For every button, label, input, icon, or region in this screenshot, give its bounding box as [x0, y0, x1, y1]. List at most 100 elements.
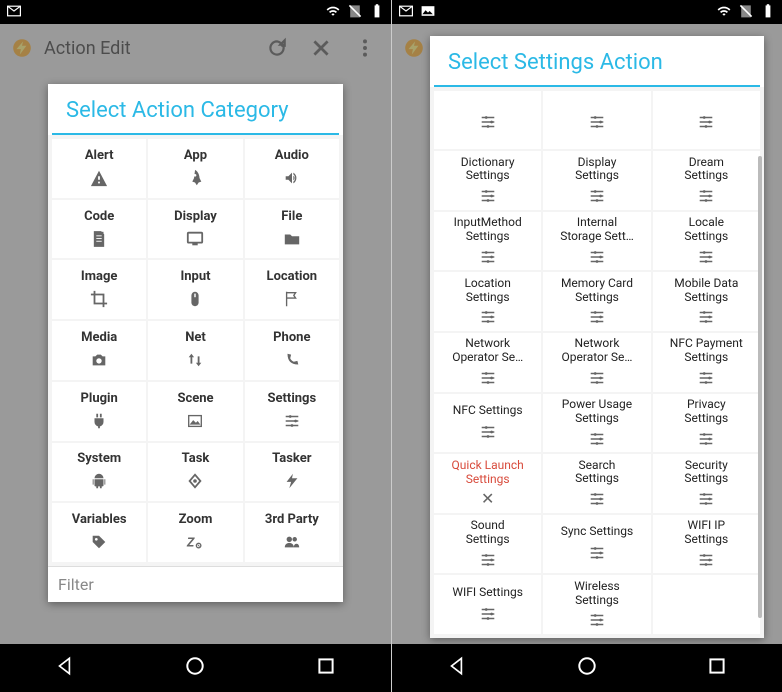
- grid-cell[interactable]: Phone: [245, 321, 339, 380]
- rocket-icon: [185, 168, 205, 188]
- grid-cell[interactable]: [434, 91, 541, 149]
- grid-cell[interactable]: Network Operator Se…: [543, 333, 650, 392]
- cell-label: App: [184, 149, 207, 164]
- grid-cell[interactable]: Audio: [245, 139, 339, 198]
- sliders-icon: [587, 611, 607, 629]
- gmail-icon: [398, 3, 414, 22]
- statusbar: [392, 0, 782, 24]
- monitor-icon: [185, 229, 205, 249]
- sliders-icon: [478, 369, 498, 387]
- wifi-icon: [325, 3, 341, 22]
- cell-label: Mobile Data Settings: [674, 277, 738, 305]
- grid-cell[interactable]: Image: [52, 260, 146, 319]
- crop-icon: [89, 289, 109, 309]
- sliders-icon: [282, 411, 302, 431]
- grid-cell[interactable]: Internal Storage Sett…: [543, 212, 650, 271]
- cell-label: Task: [182, 452, 210, 467]
- grid-cell[interactable]: 3rd Party: [245, 503, 339, 562]
- nav-back[interactable]: [54, 655, 76, 681]
- cell-label: System: [77, 452, 121, 467]
- grid-cell[interactable]: Plugin: [52, 382, 146, 441]
- cell-label: 3rd Party: [265, 513, 319, 528]
- lightning-icon: [282, 471, 302, 491]
- grid-cell[interactable]: Alert: [52, 139, 146, 198]
- grid-cell[interactable]: System: [52, 443, 146, 502]
- grid-cell[interactable]: Task: [148, 443, 242, 502]
- sliders-icon: [696, 308, 716, 326]
- sliders-icon: [587, 112, 607, 132]
- picture-icon: [185, 411, 205, 431]
- sliders-icon: [587, 308, 607, 326]
- category-dialog: Select Action Category Alert App Audio Code…: [48, 84, 343, 602]
- grid-cell[interactable]: Zoom: [148, 503, 242, 562]
- phone-left: Action Edit Select Action Category Alert…: [0, 0, 391, 692]
- grid-cell[interactable]: Display Settings: [543, 151, 650, 210]
- grid-cell[interactable]: Mobile Data Settings: [653, 272, 760, 331]
- cell-label: Location Settings: [464, 277, 510, 305]
- grid-cell[interactable]: [653, 91, 760, 149]
- nav-home[interactable]: [184, 655, 206, 681]
- dialog-title: Select Action Category: [52, 84, 339, 135]
- grid-cell[interactable]: Tasker: [245, 443, 339, 502]
- grid-cell[interactable]: Power Usage Settings: [543, 394, 650, 453]
- sliders-icon: [587, 187, 607, 205]
- grid-cell[interactable]: [543, 91, 650, 149]
- gmail-icon: [6, 3, 22, 22]
- grid-cell[interactable]: Scene: [148, 382, 242, 441]
- document-icon: [89, 229, 109, 249]
- grid-cell[interactable]: NFC Payment Settings: [653, 333, 760, 392]
- scrollbar[interactable]: [758, 156, 762, 618]
- grid-cell[interactable]: App: [148, 139, 242, 198]
- category-grid: Alert App Audio Code Display File ImageInput Lo…: [48, 135, 343, 566]
- cell-label: Security Settings: [684, 459, 728, 487]
- grid-cell[interactable]: Security Settings: [653, 454, 760, 513]
- sliders-icon: [587, 490, 607, 508]
- sliders-icon: [478, 112, 498, 132]
- grid-cell[interactable]: WIFI Settings: [434, 575, 541, 634]
- grid-cell[interactable]: Sound Settings: [434, 515, 541, 574]
- grid-cell[interactable]: Quick Launch Settings✕: [434, 454, 541, 513]
- grid-cell[interactable]: Search Settings: [543, 454, 650, 513]
- grid-cell[interactable]: Code: [52, 200, 146, 259]
- sliders-icon: [696, 369, 716, 387]
- nav-back[interactable]: [446, 655, 468, 681]
- grid-cell[interactable]: Net: [148, 321, 242, 380]
- folder-icon: [282, 229, 302, 249]
- grid-cell[interactable]: [653, 575, 760, 634]
- battery-icon: [760, 3, 776, 22]
- grid-cell[interactable]: WIFI IP Settings: [653, 515, 760, 574]
- phone-right: A Select Settings Action Dictionary Sett…: [391, 0, 782, 692]
- nav-recent[interactable]: [706, 655, 728, 681]
- grid-cell[interactable]: Wireless Settings: [543, 575, 650, 634]
- grid-cell[interactable]: Privacy Settings: [653, 394, 760, 453]
- cell-label: Location: [267, 270, 318, 285]
- cell-label: Display: [174, 210, 217, 225]
- grid-cell[interactable]: Locale Settings: [653, 212, 760, 271]
- nosim-icon: [738, 3, 754, 22]
- cell-label: Zoom: [179, 513, 213, 528]
- grid-cell[interactable]: Network Operator Se…: [434, 333, 541, 392]
- grid-cell[interactable]: InputMethod Settings: [434, 212, 541, 271]
- grid-cell[interactable]: Settings: [245, 382, 339, 441]
- android-icon: [89, 471, 109, 491]
- nav-recent[interactable]: [315, 655, 337, 681]
- grid-cell[interactable]: Variables: [52, 503, 146, 562]
- nav-home[interactable]: [576, 655, 598, 681]
- group-icon: [282, 532, 302, 552]
- grid-cell[interactable]: Dictionary Settings: [434, 151, 541, 210]
- grid-cell[interactable]: File: [245, 200, 339, 259]
- grid-cell[interactable]: Dream Settings: [653, 151, 760, 210]
- cell-label: WIFI Settings: [452, 586, 523, 600]
- grid-cell[interactable]: Memory Card Settings: [543, 272, 650, 331]
- grid-cell[interactable]: Location: [245, 260, 339, 319]
- phone-icon: [282, 350, 302, 370]
- grid-cell[interactable]: Display: [148, 200, 242, 259]
- grid-cell[interactable]: Input: [148, 260, 242, 319]
- filter-input[interactable]: Filter: [48, 566, 343, 602]
- cell-label: Network Operator Se…: [562, 337, 633, 365]
- grid-cell[interactable]: Media: [52, 321, 146, 380]
- sliders-icon: [478, 248, 498, 266]
- grid-cell[interactable]: Location Settings: [434, 272, 541, 331]
- grid-cell[interactable]: NFC Settings: [434, 394, 541, 453]
- grid-cell[interactable]: Sync Settings: [543, 515, 650, 574]
